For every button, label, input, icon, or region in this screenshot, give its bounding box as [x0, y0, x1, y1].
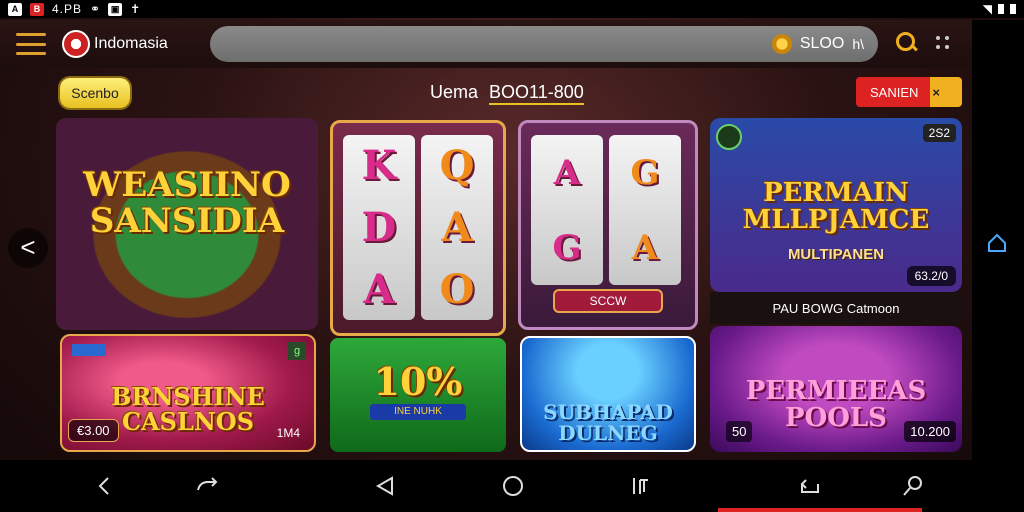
redo-icon[interactable] [194, 474, 220, 498]
rotate-icon[interactable] [796, 474, 822, 498]
tile-caption[interactable]: PAU BOWG Catmoon [710, 292, 962, 324]
app-screen: A B 4.PB ⚭ ▣ ✝ ◥ Indomasia SLOO h\ Scenb… [0, 0, 1024, 512]
tile-price: 63.2/0 [906, 266, 956, 286]
search-icon[interactable] [896, 32, 918, 54]
tile-price: 10.200 [904, 421, 956, 442]
reel-symbol: Q [439, 142, 475, 190]
reel-symbol: A [363, 265, 395, 313]
slot-reels: K D A Q A O [343, 135, 493, 320]
menu-button[interactable] [16, 33, 46, 55]
reel-symbol: O [439, 265, 475, 313]
reel-symbol: D [361, 203, 397, 251]
jackpot-label: Uema BOO11-800 [430, 82, 584, 105]
game-tile-multiplayer[interactable]: 2S2 PERMAIN MLLPJAMCE MULTIPANEN 63.2/0 [710, 118, 962, 292]
nav-indicator [718, 508, 922, 512]
tile-subtitle: MULTIPANEN [787, 246, 885, 263]
top-bar: Indomasia SLOO h\ [0, 20, 972, 68]
player-count-badge: 2S2 [922, 124, 956, 142]
recent-apps-icon[interactable] [628, 474, 654, 498]
notification-icon: A [8, 2, 22, 16]
tile-ribbon: INE NUHK [370, 404, 466, 420]
reel-1: A G [531, 135, 603, 285]
sign-in-label: SANIEN [870, 84, 919, 100]
search-bar[interactable]: SLOO h\ [210, 26, 878, 62]
flag-icon [72, 344, 106, 356]
search-nav-icon[interactable] [900, 474, 926, 498]
balance-value: SLOO [799, 35, 845, 52]
chevron-left-icon[interactable]: < [8, 228, 48, 268]
game-tile-bonus[interactable]: 10% INE NUHK [330, 338, 506, 452]
sign-in-button[interactable]: SANIEN × [856, 77, 962, 107]
tile-title: 10% [373, 359, 463, 404]
gallery-icon: ▣ [108, 2, 123, 16]
spin-button[interactable]: SCCW [553, 289, 663, 313]
link-icon: ⚭ [90, 2, 101, 16]
signal-icon [998, 4, 1004, 14]
brand-logo [62, 30, 90, 58]
status-text: 4.PB [52, 2, 83, 16]
home-icon[interactable] [500, 474, 526, 498]
wallet-icon[interactable]: h\ [852, 36, 864, 52]
wifi-icon: ◥ [982, 2, 992, 16]
battery-icon [1010, 4, 1016, 14]
reel-symbol: A [553, 152, 581, 193]
reel-symbol: A [441, 203, 473, 251]
jackpot-amount: BOO11-800 [489, 82, 584, 105]
game-tile-brnshine[interactable]: g BRNSHINE CASLNOS €3.00 1M4 [60, 334, 316, 452]
category-pill[interactable]: Scenbo [60, 78, 130, 108]
slot-reels: A G G A [531, 135, 681, 285]
reel-symbol: G [630, 152, 660, 193]
reel-2: Q A O [421, 135, 493, 320]
game-tile-slots-kq[interactable]: K D A Q A O [330, 120, 506, 336]
tile-title: PERMAIN MLLPJAMCE [742, 178, 930, 236]
close-icon[interactable]: × [932, 85, 940, 100]
tile-left-value: 50 [726, 421, 753, 442]
timer-icon [716, 124, 742, 150]
system-nav-bar [0, 460, 1024, 512]
pin-icon: ✝ [130, 2, 141, 16]
game-tile-slots-ag[interactable]: A G G A SCCW [518, 120, 698, 330]
tile-tag: g [288, 342, 306, 360]
reel-1: K D A [343, 135, 415, 320]
back-gesture-icon[interactable] [92, 474, 118, 498]
back-icon[interactable] [372, 474, 398, 498]
home-outline-icon[interactable] [986, 232, 1008, 254]
reel-2: G A [609, 135, 681, 285]
reel-symbol: G [552, 227, 582, 268]
reel-symbol: A [631, 227, 659, 268]
reel-symbol: K [361, 142, 397, 190]
tile-price: €3.00 [68, 419, 119, 442]
tile-count: 1M4 [276, 426, 300, 440]
app-notification-icon: B [30, 2, 44, 16]
more-options-icon[interactable] [936, 36, 950, 50]
game-tile-pools[interactable]: PERMIEEAS POOLS 50 10.200 [710, 326, 962, 452]
jackpot-title: Uema [430, 82, 479, 102]
brand[interactable]: Indomasia [62, 30, 168, 58]
brand-name: Indomasia [94, 35, 168, 52]
status-bar: A B 4.PB ⚭ ▣ ✝ ◥ [0, 0, 1024, 18]
tile-title: WEASIINO SANSIDIA [83, 165, 291, 241]
game-tile-subhapad[interactable]: SUBHAPAD DULNEG [520, 336, 696, 452]
coin-icon [771, 34, 792, 54]
game-tile-casino[interactable]: WEASIINO SANSIDIA [56, 118, 318, 330]
tile-title: SUBHAPAD DULNEG [543, 400, 673, 445]
